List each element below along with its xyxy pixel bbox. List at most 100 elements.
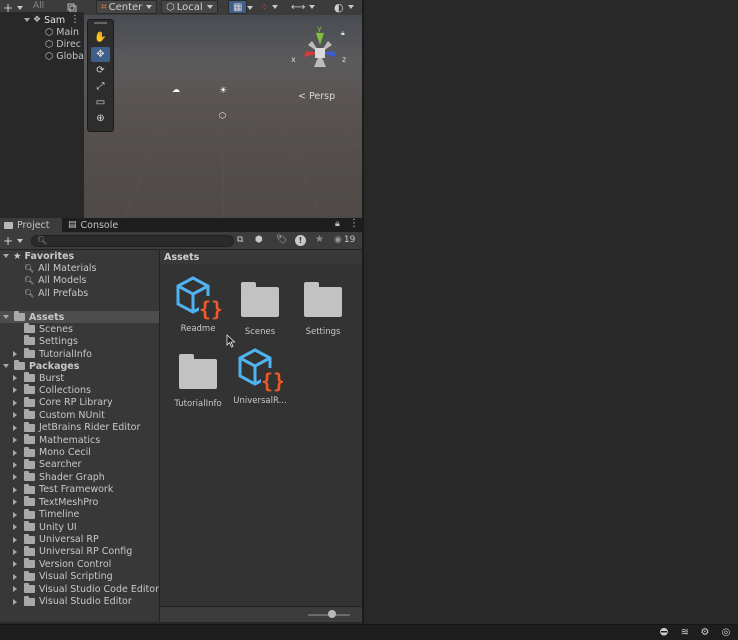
tree-folder-item[interactable]: Scenes (0, 323, 159, 335)
scale-tool-icon[interactable]: ⤢ (91, 79, 110, 94)
rotate-tool-icon[interactable]: ⟳ (91, 63, 110, 78)
tree-package-item[interactable]: Version Control (0, 558, 159, 570)
tree-package-item[interactable]: Timeline (0, 508, 159, 521)
filter-by-type-icon[interactable]: ⬢ (255, 235, 263, 245)
project-folder-tree: ★ Favorites 🔍︎ All Materials 🔍︎ All Mode… (0, 250, 159, 622)
gizmo-x-label: x (291, 55, 296, 64)
tab-console[interactable]: ▤ Console (64, 218, 124, 232)
rect-tool-icon[interactable]: ▭ (91, 95, 110, 110)
tree-package-item[interactable]: Searcher (0, 458, 159, 471)
folder-icon (24, 421, 35, 432)
volume-cube-icon[interactable]: ⬡ (219, 111, 226, 120)
pivot-mode-dropdown[interactable]: ⌗ Center (96, 0, 158, 14)
asset-item-settings[interactable]: Settings (293, 281, 353, 351)
tree-favorite-item[interactable]: 🔍︎ All Materials (0, 262, 159, 274)
svg-text:{}: {} (261, 369, 283, 392)
tree-package-item[interactable]: Test Framework (0, 483, 159, 496)
favorite-star-icon[interactable]: ★ (315, 234, 324, 245)
chevron-down-icon (17, 6, 24, 10)
tree-package-item[interactable]: Visual Studio Editor (0, 595, 159, 608)
tree-package-item[interactable]: Custom NUnit (0, 409, 159, 421)
folder-icon (24, 409, 35, 420)
hierarchy-scene-row[interactable]: ❖ Sam (24, 14, 65, 26)
hidden-packages-toggle[interactable]: ◉ 19 (334, 235, 355, 245)
create-asset-button[interactable]: + (3, 234, 24, 248)
tree-favorites-header[interactable]: ★ Favorites (0, 250, 159, 262)
tree-label: Mathematics (39, 434, 101, 446)
transform-tool-icon[interactable]: ⊕ (91, 111, 110, 126)
draw-mode-dropdown[interactable]: ◐ (334, 0, 354, 14)
hierarchy-item[interactable]: ⬡ Main (45, 26, 79, 38)
auto-generate-lighting-icon[interactable]: ◎ (720, 628, 732, 638)
asset-item-universalrp[interactable]: {} UniversalR... (230, 348, 290, 418)
tree-label: Assets (29, 311, 65, 323)
tree-label: Shader Graph (39, 471, 105, 483)
tree-packages-header[interactable]: Packages (0, 360, 159, 372)
increment-snap-dropdown[interactable]: ⟷ (291, 0, 316, 14)
tree-label: JetBrains Rider Editor (39, 422, 141, 434)
icon-size-slider-thumb[interactable] (328, 610, 336, 618)
collapse-arrow-icon (13, 399, 17, 406)
folder-icon (179, 354, 217, 389)
asset-item-scenes[interactable]: Scenes (230, 281, 290, 351)
tree-package-item[interactable]: Burst (0, 372, 159, 384)
tree-package-item[interactable]: JetBrains Rider Editor (0, 421, 159, 434)
asset-item-readme[interactable]: {} Readme (168, 276, 228, 346)
debug-mode-icon[interactable]: ⚙︎ (699, 628, 711, 638)
more-options-icon[interactable]: ⋮ (349, 218, 359, 229)
project-search-input[interactable]: 🔍︎ (31, 235, 234, 247)
tree-label: Mono Cecil (39, 447, 91, 458)
tree-favorite-item[interactable]: 🔍︎ All Models (0, 274, 159, 286)
drag-handle[interactable] (94, 22, 107, 24)
tree-assets-header[interactable]: Assets (0, 311, 159, 323)
tree-package-item[interactable]: Visual Scripting (0, 570, 159, 583)
hierarchy-search-input[interactable]: All (33, 1, 63, 12)
orientation-gizmo[interactable]: y x z (284, 23, 356, 89)
tree-package-item[interactable]: Visual Studio Code Editor (0, 583, 159, 595)
hierarchy-item-label: Direc (56, 38, 82, 50)
tree-package-item[interactable]: Collections (0, 384, 159, 396)
filter-by-label-icon[interactable]: 🏷︎ (276, 235, 287, 245)
tab-project[interactable]: Project (0, 218, 62, 232)
pivot-rotation-dropdown[interactable]: ⬡ Local (161, 0, 218, 14)
hierarchy-item[interactable]: ⬡ Globa (45, 50, 84, 62)
tree-package-item[interactable]: Unity UI (0, 521, 159, 533)
light-sun-icon[interactable]: ☀ (219, 86, 227, 96)
projection-toggle[interactable]: < Persp (298, 91, 335, 102)
tree-favorite-item[interactable]: 🔍︎ All Prefabs (0, 287, 159, 299)
issues-filter-icon[interactable]: ! (295, 235, 306, 246)
cache-server-icon[interactable]: ≋ (679, 628, 691, 638)
tree-package-item[interactable]: Mathematics (0, 434, 159, 446)
tree-package-item[interactable]: Mono Cecil (0, 446, 159, 459)
tree-package-item[interactable]: Universal RP (0, 533, 159, 546)
gizmo-lock-icon[interactable]: 🔒︎ (341, 29, 345, 38)
tree-package-item[interactable]: TextMeshPro (0, 496, 159, 508)
tree-package-item[interactable]: Universal RP Config (0, 545, 159, 558)
tree-folder-item[interactable]: Settings (0, 335, 159, 347)
lock-icon[interactable]: 🔒︎ (335, 219, 340, 229)
move-tool-icon[interactable]: ✥ (91, 47, 110, 62)
unity-scene-icon: ❖ (33, 15, 42, 25)
tree-folder-item[interactable]: TutorialInfo (0, 348, 159, 360)
grid-dropdown[interactable] (245, 1, 253, 15)
network-off-icon[interactable]: ⛔︎ (658, 628, 670, 638)
directional-light-icon[interactable]: ☁ (172, 85, 180, 94)
folder-icon (24, 384, 35, 395)
folder-icon (24, 396, 35, 407)
hierarchy-item[interactable]: ⬡ Direc (45, 38, 81, 50)
shading-sphere-icon: ◐ (334, 0, 344, 14)
scene-view[interactable]: ☁ ☀ ⬡ ✋ ✥ ⟳ ⤢ ▭ ⊕ y x z 🔒︎ < Persp (84, 15, 362, 218)
hierarchy-search-placeholder: All (33, 1, 45, 11)
assets-breadcrumb[interactable]: Assets (159, 250, 362, 264)
asset-label: TutorialInfo (174, 399, 222, 409)
folder-open-icon (14, 311, 25, 321)
tree-package-item[interactable]: Shader Graph (0, 471, 159, 483)
asset-item-tutorialinfo[interactable]: TutorialInfo (168, 353, 228, 423)
snap-increment-button[interactable]: ⁘ (260, 0, 279, 14)
tree-package-item[interactable]: Core RP Library (0, 396, 159, 409)
search-by-type-icon[interactable]: ⧉ (237, 235, 243, 245)
more-options-icon[interactable]: ⋮ (70, 14, 80, 25)
hand-tool-icon[interactable]: ✋ (91, 30, 110, 45)
folder-icon (24, 458, 35, 469)
tree-label: Burst (39, 372, 65, 384)
